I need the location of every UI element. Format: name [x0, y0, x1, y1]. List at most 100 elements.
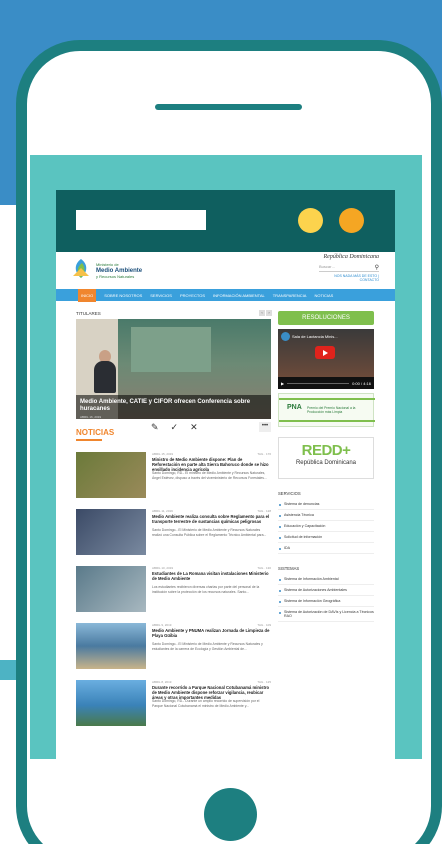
news-excerpt: Los estudiantes recibieron diversas char… [152, 585, 260, 594]
news-thumbnail[interactable] [76, 623, 146, 669]
news-thumbnail[interactable] [76, 566, 146, 612]
hero-slide[interactable]: Medio Ambiente, CATIE y CIFOR ofrecen Co… [76, 319, 271, 419]
redd-subtitle: República Dominicana [295, 460, 357, 466]
search-input[interactable]: Buscar… ⚲ [319, 264, 379, 272]
check-icon[interactable]: ✓ [171, 422, 179, 433]
slider-prev-button[interactable]: ‹ [259, 310, 265, 316]
nav-item-transparencia[interactable]: TRANSPARENCIA [273, 293, 307, 298]
news-item[interactable]: ABRIL 8, 2019 TAG · 125 Durante recorrid… [76, 678, 271, 735]
slider-controls: ‹ › [259, 310, 272, 316]
window-dot-orange[interactable] [339, 208, 364, 233]
hero-caption: Medio Ambiente, CATIE y CIFOR ofrecen Co… [76, 395, 271, 419]
sistemas-list: Sistema de Información Ambiental Sistema… [278, 574, 374, 622]
premio-stripe-top [279, 398, 375, 400]
news-thumbnail[interactable] [76, 509, 146, 555]
video-title[interactable]: Sala de Lactancia Minis... [292, 334, 338, 339]
logo-text: Ministerio de Medio Ambiente y Recursos … [96, 262, 142, 280]
hero-projection-screen [131, 327, 211, 372]
news-excerpt: Santo Domingo, RD.- Durante un amplio re… [152, 699, 260, 708]
servicio-link[interactable]: Asistencia Técnica [278, 510, 374, 521]
ministry-logo[interactable]: Ministerio de Medio Ambiente y Recursos … [70, 256, 170, 286]
news-date: ABRIL 15, 2019 [152, 452, 174, 456]
news-item[interactable]: ABRIL 10, 2019 TAG · 130 Estudiantes de … [76, 564, 271, 621]
news-title[interactable]: Durante recorrido a Parque Nacional Cotu… [152, 685, 270, 700]
address-bar[interactable] [76, 210, 206, 230]
news-thumbnail[interactable] [76, 452, 146, 498]
premio-logo: PNA [287, 404, 302, 411]
phone-home-button[interactable] [204, 788, 257, 841]
servicio-link[interactable]: IDA [278, 543, 374, 554]
news-item[interactable]: ABRIL 15, 2019 TAG · 176 Ministro de Med… [76, 450, 271, 507]
news-title[interactable]: Ministro de Medio Ambiente dispone: Plan… [152, 457, 270, 472]
servicio-link[interactable]: Sistema de denuncias [278, 499, 374, 510]
edit-toolbar: ✎ ✓ ✕ [151, 422, 198, 433]
logo-line-3: y Recursos Naturales [96, 274, 135, 279]
window-dot-yellow[interactable] [298, 208, 323, 233]
servicio-link[interactable]: Educación y Capacitación [278, 521, 374, 532]
premio-text: Premio del Premio Nacional a la Producci… [307, 406, 356, 414]
close-icon[interactable]: ✕ [190, 422, 198, 433]
news-meta: TAG · 109 [257, 623, 271, 627]
search-placeholder: Buscar… [319, 264, 336, 269]
search-icon[interactable]: ⚲ [375, 264, 379, 271]
more-options-icon[interactable]: ••• [259, 422, 271, 432]
nav-item-servicios[interactable]: SERVICIOS [150, 293, 172, 298]
hero-title[interactable]: Medio Ambiente, CATIE y CIFOR ofrecen Co… [80, 399, 267, 413]
resoluciones-button[interactable]: RESOLUCIONES [278, 311, 374, 325]
channel-avatar [281, 332, 290, 341]
nav-item-proyectos[interactable]: PROYECTOS [180, 293, 205, 298]
sistema-link[interactable]: Sistema de Autorizaciones Ambientales [278, 585, 374, 596]
nav-item-sobre-nosotros[interactable]: SOBRE NOSOTROS [104, 293, 142, 298]
noticias-heading: NOTICIAS [76, 428, 115, 437]
news-list: ABRIL 15, 2019 TAG · 176 Ministro de Med… [76, 450, 271, 735]
news-date: ABRIL 10, 2019 [152, 566, 174, 570]
news-item[interactable]: ABRIL 9, 2019 TAG · 109 Medio Ambiente y… [76, 621, 271, 678]
video-player[interactable]: Sala de Lactancia Minis... ▶ 0:00 / 4:16 [278, 329, 374, 389]
sidebar: RESOLUCIONES Sala de Lactancia Minis... … [278, 311, 375, 622]
news-meta: TAG · 125 [257, 680, 271, 684]
news-title[interactable]: Estudiantes de La Romana visitan instala… [152, 571, 270, 581]
redd-title: REDD+ [301, 442, 351, 459]
premio-stripe-bottom [279, 420, 375, 422]
phone-speaker [155, 104, 302, 110]
news-date: ABRIL 8, 2019 [152, 680, 172, 684]
sistemas-heading: SISTEMAS [278, 566, 300, 571]
video-progress[interactable] [287, 382, 350, 384]
news-thumbnail[interactable] [76, 680, 146, 726]
pencil-icon[interactable]: ✎ [151, 422, 159, 433]
video-time: 0:00 / 4:16 [352, 380, 371, 386]
slider-next-button[interactable]: › [266, 310, 272, 316]
nav-item-informacion-ambiental[interactable]: INFORMACIÓN AMBIENTAL [213, 293, 265, 298]
video-controls: ▶ 0:00 / 4:16 [278, 377, 374, 389]
nav-item-noticias[interactable]: NOTICIAS [314, 293, 333, 298]
header-links[interactable]: NOS NADA MÁS DE ESTO | CONTACTO [319, 274, 379, 282]
browser-header [56, 190, 395, 252]
news-date: ABRIL 9, 2019 [152, 623, 172, 627]
news-excerpt: Santo Domingo, RD.- El ministro de Medio… [152, 471, 267, 480]
play-icon[interactable] [315, 346, 335, 359]
phone-screen: Ministerio de Medio Ambiente y Recursos … [30, 155, 422, 759]
servicio-link[interactable]: Solicitud de información [278, 532, 374, 543]
header-right: República Dominicana Buscar… ⚲ NOS NADA … [319, 252, 379, 282]
website-page: Ministerio de Medio Ambiente y Recursos … [56, 252, 395, 759]
play-control-icon[interactable]: ▶ [281, 381, 284, 386]
servicios-list: Sistema de denuncias Asistencia Técnica … [278, 499, 374, 554]
news-meta: TAG · 128 [257, 509, 271, 513]
news-title[interactable]: Medio Ambiente realiza consulta sobre Re… [152, 514, 270, 524]
leaf-logo-icon [73, 259, 89, 278]
redd-banner[interactable]: REDD+ República Dominicana [278, 437, 374, 479]
nav-item-inicio[interactable]: INICIO [78, 288, 97, 302]
news-item[interactable]: ABRIL 11, 2019 TAG · 128 Medio Ambiente … [76, 507, 271, 564]
titulares-label: TITULARES [76, 311, 101, 316]
main-nav: INICIO SOBRE NOSOTROS SERVICIOS PROYECTO… [56, 288, 395, 302]
news-date: ABRIL 11, 2019 [152, 509, 173, 513]
rd-title: República Dominicana [323, 254, 380, 260]
news-excerpt: Santo Domingo.- El Ministerio de Medio A… [152, 642, 263, 651]
sistema-link[interactable]: Sistema de Autorización de DAVIs y Licen… [278, 607, 374, 622]
sistema-link[interactable]: Sistema de Información Geográfica [278, 596, 374, 607]
premio-banner[interactable]: PNA Premio del Premio Nacional a la Prod… [278, 393, 375, 427]
news-title[interactable]: Medio Ambiente y PNUMA realizan Jornada … [152, 628, 270, 638]
sistema-link[interactable]: Sistema de Información Ambiental [278, 574, 374, 585]
servicios-heading: SERVICIOS [278, 491, 301, 496]
hero-date: ABRIL 16, 2019 [80, 415, 102, 419]
